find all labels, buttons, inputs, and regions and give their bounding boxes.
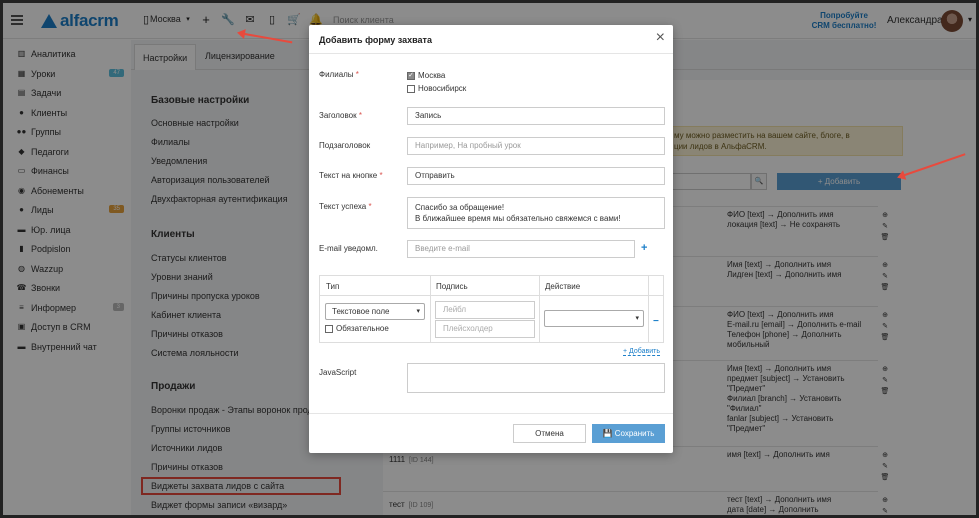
- add-field-link[interactable]: + Добавить: [623, 348, 660, 356]
- title-input[interactable]: Запись: [407, 107, 665, 125]
- branch-novosibirsk-checkbox[interactable]: Новосибирск: [407, 84, 466, 93]
- button-text-input[interactable]: Отправить: [407, 167, 665, 185]
- title-label: Заголовок *: [319, 111, 362, 120]
- textarea-line: В ближайшее время мы обязательно свяжемс…: [415, 214, 621, 223]
- capture-form-modal: Добавить форму захвата × Филиалы * ✓ Мос…: [309, 25, 673, 453]
- column-divider: [648, 276, 649, 342]
- add-email-icon[interactable]: +: [641, 242, 647, 254]
- success-text-textarea[interactable]: Спасибо за обращение! В ближайшее время …: [407, 197, 665, 229]
- branches-label: Филиалы *: [319, 70, 359, 79]
- app-frame: alfacrm ▯ Москва ▾ + 🔧 ✉ ▯ 🛒 🔔 Поиск кли…: [0, 0, 979, 518]
- column-divider: [430, 276, 431, 342]
- checkbox-checked-icon[interactable]: ✓: [407, 71, 415, 80]
- caption-input[interactable]: Лейбл: [435, 301, 535, 319]
- subtitle-label: Подзаголовок: [319, 141, 371, 150]
- save-label: Сохранить: [614, 429, 655, 438]
- field-type-select[interactable]: Текстовое поле ▾: [325, 303, 425, 320]
- field-action-select[interactable]: ▾: [544, 310, 644, 327]
- required-checkbox[interactable]: Обязательное: [325, 324, 389, 333]
- email-input[interactable]: Введите e-mail: [407, 240, 635, 258]
- remove-field-icon[interactable]: −: [653, 316, 659, 327]
- modal-title: Добавить форму захвата: [319, 35, 432, 45]
- branch-label: Москва: [418, 71, 446, 80]
- placeholder-input[interactable]: Плейсхолдер: [435, 320, 535, 338]
- checkbox-icon[interactable]: [325, 324, 333, 333]
- close-icon[interactable]: ×: [656, 30, 665, 46]
- branch-moscow-checkbox[interactable]: ✓ Москва: [407, 71, 445, 80]
- fields-table: Тип Подпись Действие Текстовое поле ▾ Об…: [319, 275, 664, 343]
- button-text-label: Текст на кнопке *: [319, 171, 383, 180]
- textarea-line: Спасибо за обращение!: [415, 203, 505, 212]
- column-header-type: Тип: [326, 282, 340, 291]
- javascript-label: JavaScript: [319, 368, 357, 377]
- column-header-action: Действие: [545, 282, 581, 291]
- checkbox-icon[interactable]: [407, 84, 415, 93]
- chevron-down-icon: ▾: [416, 308, 420, 315]
- required-label: Обязательное: [336, 324, 389, 333]
- subtitle-input[interactable]: Например, На пробный урок: [407, 137, 665, 155]
- save-button[interactable]: 💾 Сохранить: [592, 424, 665, 443]
- chevron-down-icon: ▾: [635, 315, 639, 322]
- cancel-button[interactable]: Отмена: [513, 424, 586, 443]
- column-header-caption: Подпись: [436, 282, 468, 291]
- javascript-textarea[interactable]: [407, 363, 665, 393]
- save-icon: 💾: [602, 429, 613, 438]
- email-label: E-mail уведомл.: [319, 244, 378, 253]
- select-value: Текстовое поле: [332, 307, 390, 316]
- table-header: Тип Подпись Действие: [320, 276, 663, 296]
- branch-label: Новосибирск: [418, 84, 467, 93]
- modal-footer: Отмена 💾 Сохранить: [309, 413, 673, 453]
- column-divider: [539, 276, 540, 342]
- success-text-label: Текст успеха *: [319, 202, 372, 211]
- modal-header: Добавить форму захвата ×: [309, 25, 673, 54]
